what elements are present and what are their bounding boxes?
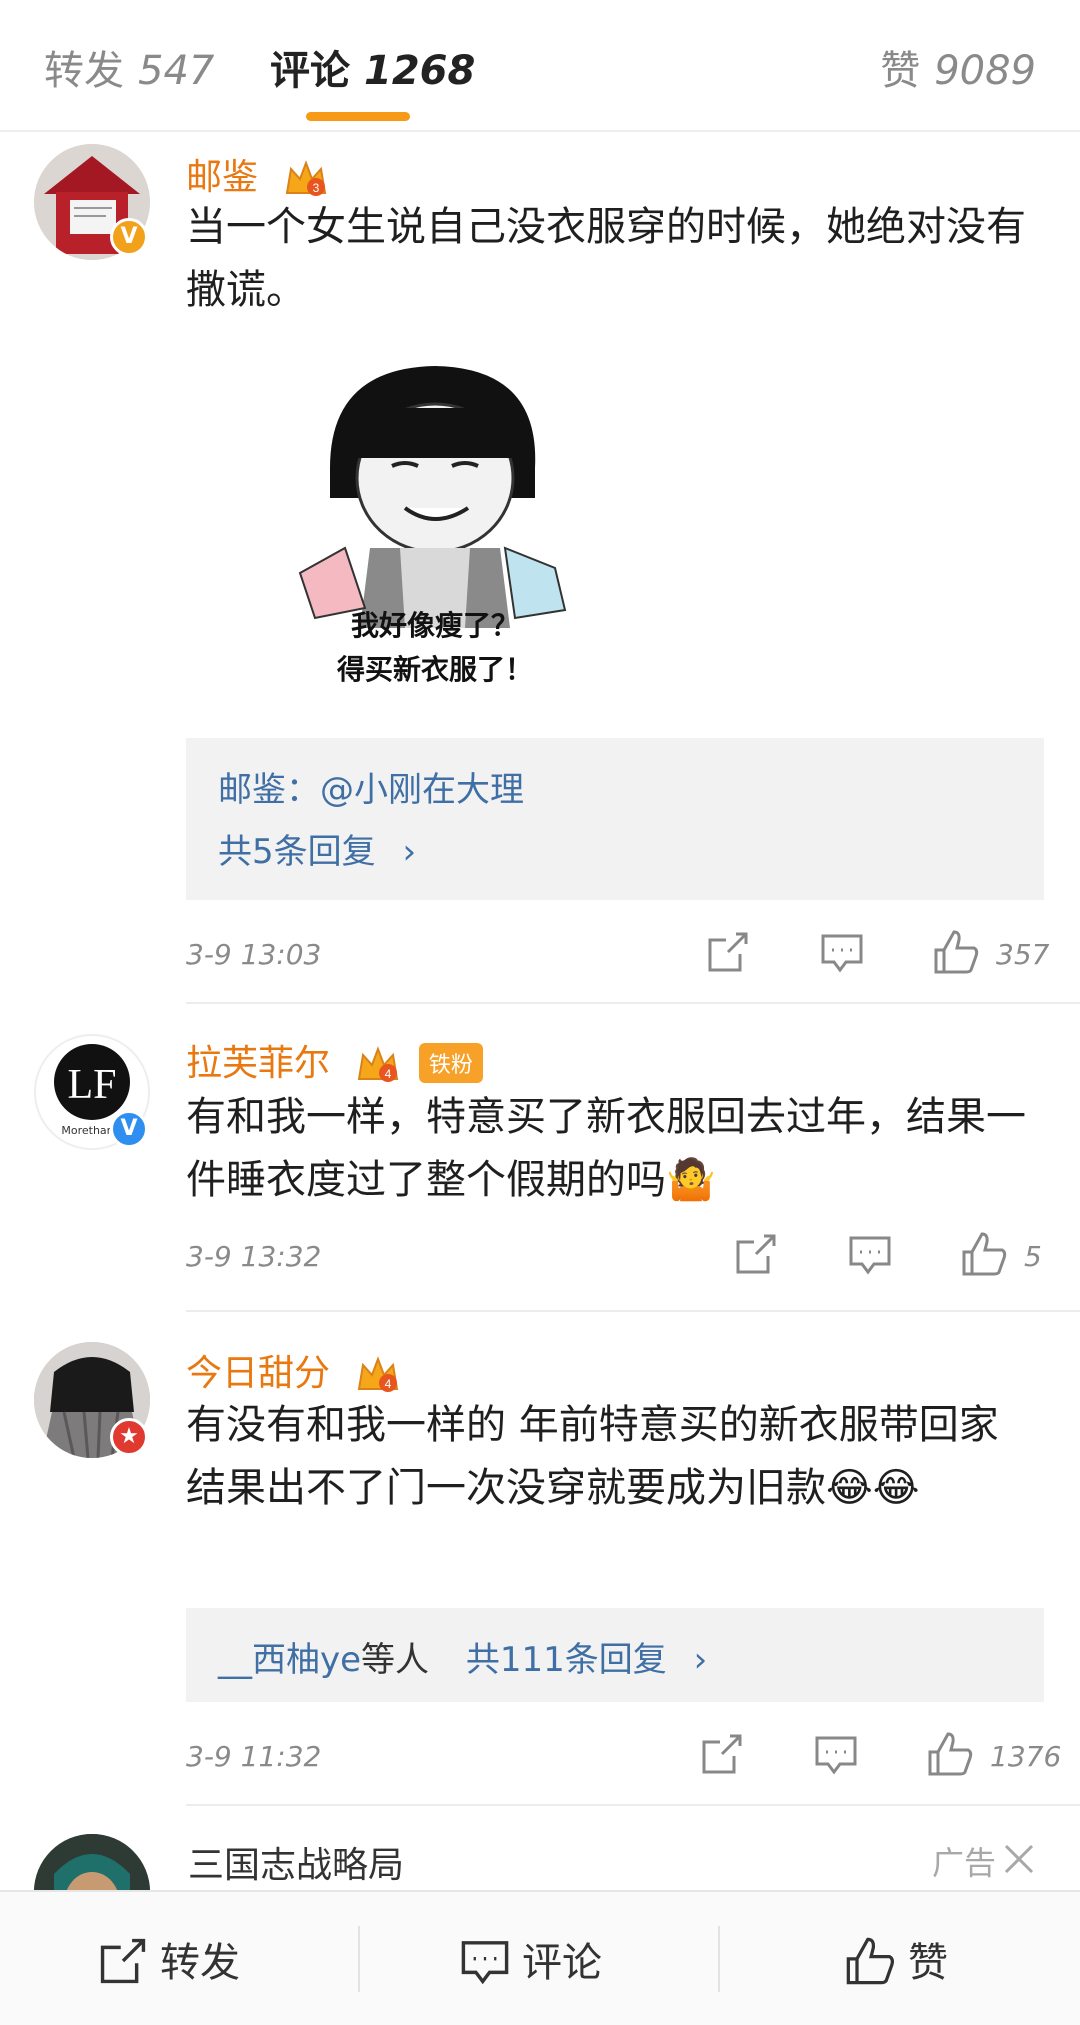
reply-preview-text: 邮鉴：@小刚在大理: [218, 770, 524, 810]
bottom-repost-button[interactable]: 转发: [98, 1930, 240, 1990]
comment-username[interactable]: 拉芙菲尔 4 铁粉: [186, 1034, 483, 1086]
tab-bar: 转发 547 评论 1268 赞 9089: [0, 0, 1080, 132]
like-count: 357: [996, 938, 1050, 971]
bottom-like-button[interactable]: 赞: [844, 1930, 948, 1991]
comment-icon: [461, 1941, 509, 1985]
chevron-right-icon: ›: [693, 1640, 708, 1680]
comment-divider: [186, 1804, 1080, 1806]
tab-comment[interactable]: 评论 1268: [270, 38, 475, 96]
comment-time: 3-9 13:32: [186, 1240, 322, 1273]
share-icon: [100, 1938, 146, 1984]
tab-like[interactable]: 赞 9089: [880, 38, 1036, 96]
meme-image[interactable]: 我好像瘦了？ 得买新衣服了！: [290, 348, 580, 688]
bottom-like-label: 赞: [908, 1940, 948, 1986]
close-icon[interactable]: [1002, 1842, 1036, 1876]
like-count: 5: [1024, 1240, 1042, 1273]
reply-comment-icon[interactable]: [848, 1232, 892, 1276]
chevron-right-icon: ›: [402, 832, 417, 872]
bottom-comment-button[interactable]: 评论: [460, 1930, 602, 1990]
bottom-separator: [358, 1926, 360, 1992]
comment-text: 有和我一样，特意买了新衣服回去过年，结果一件睡衣度过了整个假期的吗🤷: [186, 1094, 1026, 1203]
meme-face-illustration: [298, 366, 567, 628]
thumbs-up-icon[interactable]: [932, 928, 980, 976]
reply-preview-box[interactable]: __西柚ye等人 共111条回复 ›: [186, 1608, 1044, 1702]
ad-avatar: [34, 1834, 150, 1890]
svg-text:4: 4: [385, 1377, 392, 1391]
tab-repost[interactable]: 转发 547: [44, 38, 214, 96]
svg-text:LF: LF: [67, 1062, 116, 1108]
thumbs-up-icon[interactable]: [960, 1230, 1008, 1278]
verified-badge: V: [110, 218, 148, 256]
tab-comment-count: 1268: [364, 48, 476, 94]
ad-name: 三国志战略局: [188, 1845, 405, 1886]
game-character-avatar: [34, 1834, 150, 1890]
username-text: 邮鉴: [186, 157, 259, 198]
fan-level-tag: 铁粉: [418, 1043, 483, 1083]
bottom-repost-label: 转发: [160, 1940, 240, 1986]
member-star-badge: ★: [110, 1418, 148, 1456]
ad-item[interactable]: 三国志战略局 广告: [0, 1820, 1080, 1890]
vip-crown-icon: 4: [358, 1356, 399, 1392]
reply-total-text: 共5条回复: [218, 832, 376, 872]
ad-label: 广告: [932, 1844, 997, 1882]
tab-like-label: 赞: [880, 48, 921, 94]
reply-user-link[interactable]: __西柚ye: [218, 1640, 361, 1680]
reply-total-text: 共111条回复: [465, 1640, 667, 1680]
svg-text:3: 3: [313, 181, 320, 195]
comment-username[interactable]: 今日甜分 4: [186, 1344, 401, 1396]
share-icon[interactable]: [700, 1732, 744, 1776]
bottom-separator: [718, 1926, 720, 1992]
comment-text: 有没有和我一样的 年前特意买的新衣服带回家 结果出不了门一次没穿就要成为旧款😂😂: [186, 1402, 999, 1511]
comment-text: 当一个女生说自己没衣服穿的时候，她绝对没有撒谎。: [186, 204, 1026, 313]
tab-like-count: 9089: [934, 48, 1036, 94]
username-text: 拉芙菲尔: [186, 1043, 331, 1084]
reply-suffix: 等人: [361, 1640, 430, 1680]
reply-comment-icon[interactable]: [814, 1732, 858, 1776]
thumbs-up-icon[interactable]: [926, 1730, 974, 1778]
reply-preview-box[interactable]: 邮鉴：@小刚在大理 共5条回复 ›: [186, 738, 1044, 900]
comment-time: 3-9 13:03: [186, 938, 322, 971]
comment-divider: [186, 1002, 1080, 1004]
reply-comment-icon[interactable]: [820, 930, 864, 974]
share-icon[interactable]: [706, 930, 750, 974]
share-icon[interactable]: [734, 1232, 778, 1276]
thumbs-up-icon: [846, 1937, 895, 1985]
vip-crown-icon: 3: [286, 160, 327, 196]
comment-divider: [186, 1310, 1080, 1312]
tab-repost-count: 547: [138, 48, 215, 94]
svg-text:4: 4: [385, 1067, 392, 1081]
tab-comment-label: 评论: [270, 48, 350, 94]
like-count: 1376: [990, 1740, 1062, 1773]
verified-badge: V: [110, 1110, 148, 1148]
meme-caption-line1: 我好像瘦了？: [350, 609, 519, 642]
comment-time: 3-9 11:32: [186, 1740, 322, 1773]
tab-repost-label: 转发: [44, 48, 124, 94]
vip-crown-icon: 4: [358, 1046, 399, 1082]
comment-username[interactable]: 邮鉴 3: [186, 148, 329, 200]
bottom-action-bar: 转发 评论 赞: [0, 1890, 1080, 2025]
meme-caption-line2: 得买新衣服了！: [336, 653, 533, 686]
reply-total-link[interactable]: 共5条回复 ›: [218, 824, 416, 873]
bottom-comment-label: 评论: [522, 1940, 602, 1986]
reply-summary[interactable]: __西柚ye等人 共111条回复 ›: [218, 1632, 707, 1681]
username-text: 今日甜分: [186, 1353, 331, 1394]
active-tab-indicator: [306, 112, 410, 121]
